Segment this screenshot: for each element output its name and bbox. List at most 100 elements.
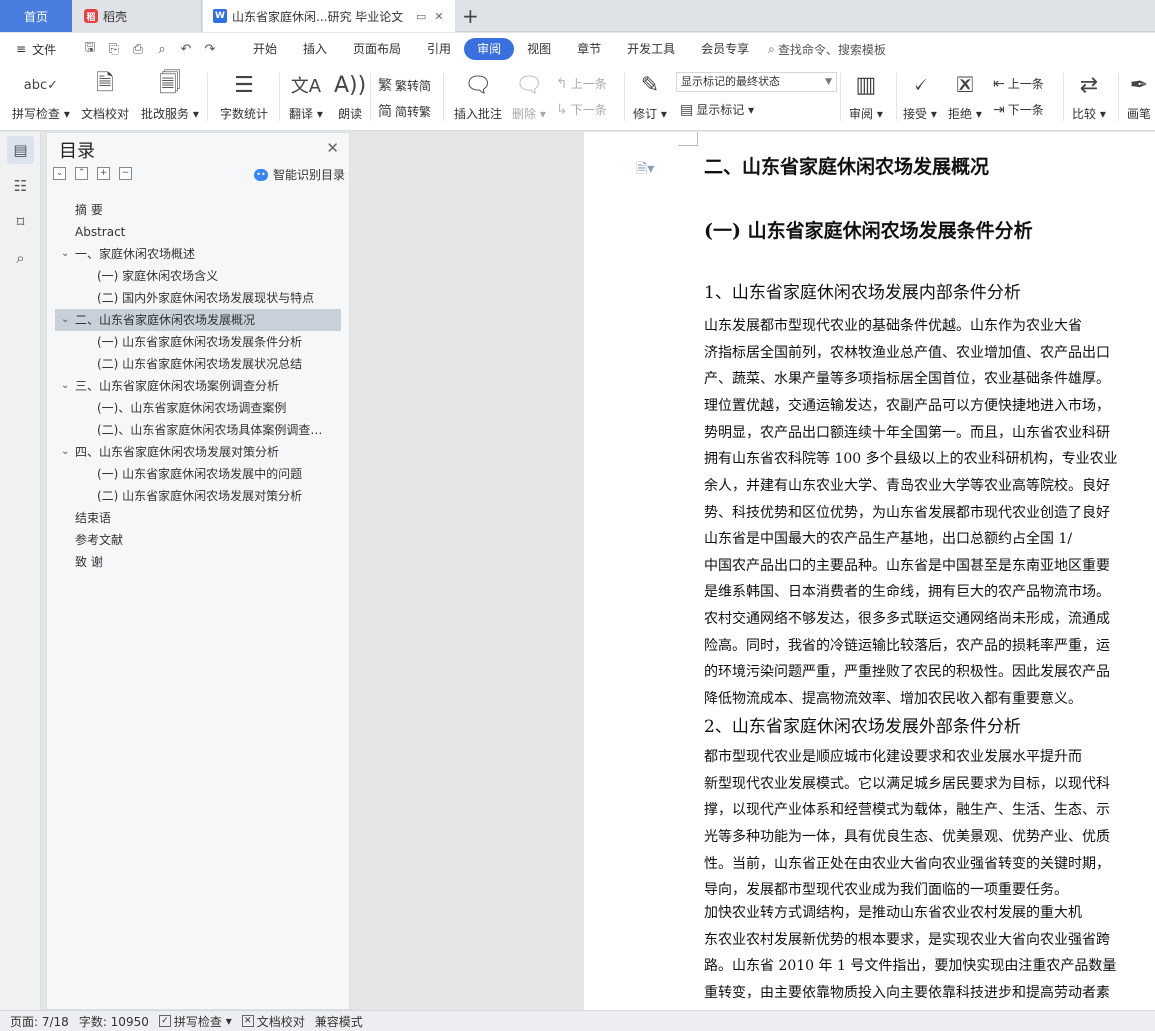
tab-document-label: 山东省家庭休闲...研究 毕业论文 [232,9,404,24]
show-markup-icon: ▤ [680,101,694,118]
chevron-down-icon[interactable]: ⌄ [61,441,69,463]
menu-page-layout[interactable]: 页面布局 [340,38,414,60]
menu-reference[interactable]: 引用 [414,38,464,60]
toc-nav-icon[interactable]: ▤ [7,136,34,164]
undo-icon[interactable]: ↶ [176,42,196,57]
wordcount-button[interactable]: ☰ 字数统计 [220,69,268,122]
simp-to-trad-label: 简转繁 [395,104,432,119]
word-count[interactable]: 字数: 10950 [79,1013,149,1030]
compare-button[interactable]: ⇄ 比较 ▾ [1072,69,1106,122]
command-search-placeholder: 查找命令、搜索模板 [777,42,886,57]
menu-review[interactable]: 审阅 [464,38,515,60]
command-search[interactable]: ⌕ 查找命令、搜索模板 [768,41,889,58]
screen-icon[interactable]: ▭ [416,10,426,23]
collapse-all-icon[interactable]: − [119,167,132,180]
track-changes-label: 修订 [633,107,658,121]
reject-button[interactable]: 🗷 拒绝 ▾ [948,69,982,122]
print-preview-icon[interactable]: ⌕ [152,42,172,57]
review-pane-button[interactable]: ▥ 审阅 ▾ [849,69,883,122]
delete-comment-button[interactable]: 🗨 删除 ▾ [512,69,546,122]
tab-daoke[interactable]: 稻 稻壳 [72,0,202,32]
read-aloud-label: 朗读 [338,107,363,121]
export-icon[interactable]: ⎘ [104,42,124,57]
save-icon[interactable]: 🖫 [80,38,100,60]
menu-section[interactable]: 章节 [564,38,614,60]
accept-button[interactable]: 🗸 接受 ▾ [903,69,937,122]
next-comment-icon: ↳ [556,101,568,118]
track-changes-button[interactable]: ✎ 修订 ▾ [633,69,667,122]
translate-button[interactable]: 文A 翻译 ▾ [289,69,323,122]
expand-down-icon[interactable]: ⌄ [53,167,66,180]
print-icon[interactable]: ⎙ [128,42,148,57]
toc-item[interactable]: ⌄ 二、山东省家庭休闲农场发展概况 [55,309,341,331]
close-tab-icon[interactable]: ✕ [434,10,443,23]
toc-item[interactable]: (一) 家庭休闲农场含义 [55,265,341,287]
toc-item[interactable]: ⌄ 一、家庭休闲农场概述 [55,243,341,265]
bookmark-icon[interactable]: ⌑ [7,208,34,236]
chevron-down-icon[interactable]: ⌄ [61,309,69,331]
toc-item[interactable]: (二) 山东省家庭休闲农场发展状况总结 [55,353,341,375]
toc-item[interactable]: 致 谢 [55,551,341,573]
chapter-nav-icon[interactable]: ☷ [7,172,34,200]
toc-item[interactable]: 结束语 [55,507,341,529]
smart-toc-button[interactable]: •• 智能识别目录 [253,166,345,183]
redo-icon[interactable]: ↷ [200,42,220,57]
toc-item[interactable]: ⌄ 三、山东省家庭休闲农场案例调查分析 [55,375,341,397]
next-comment-button[interactable]: ↳ 下一条 [556,101,607,118]
doccheck-button[interactable]: 🗎 文档校对 [81,69,129,122]
simp-to-trad-button[interactable]: 简 简转繁 [378,101,431,121]
status-spellcheck-label: 拼写检查 [173,1014,222,1029]
collapse-up-icon[interactable]: ⌃ [75,167,88,180]
chevron-down-icon[interactable]: ⌄ [61,375,69,397]
toc-item[interactable]: 参考文献 [55,529,341,551]
status-doccheck[interactable]: ✕ 文档校对 [241,1013,305,1030]
markup-mode-select[interactable]: 显示标记的最终状态 ▼ [676,72,837,92]
insert-comment-button[interactable]: 🗨 插入批注 [454,69,502,122]
tab-home[interactable]: 首页 [0,0,72,32]
toc-item[interactable]: Abstract [55,221,341,243]
status-spellcheck[interactable]: ✓ 拼写检查 ▾ [158,1013,232,1030]
expand-all-icon[interactable]: + [97,167,110,180]
menu-start[interactable]: 开始 [240,38,290,60]
wps-writer-window: 首页 稻 稻壳 W 山东省家庭休闲...研究 毕业论文 ▭ ✕ + ≡ 文件 🖫… [0,0,1155,1031]
tab-document[interactable]: W 山东省家庭休闲...研究 毕业论文 ▭ ✕ [203,0,455,32]
heading-external-conditions: 2、山东省家庭休闲农场发展外部条件分析 [704,717,1021,737]
ribbon-divider [624,73,625,121]
toc-item[interactable]: (二) 国内外家庭休闲农场发展现状与特点 [55,287,341,309]
menu-developer[interactable]: 开发工具 [614,38,688,60]
paragraph-menu-icon[interactable]: 🗎▾ [636,158,654,182]
toc-item[interactable]: (一) 山东省家庭休闲农场发展中的问题 [55,463,341,485]
close-icon[interactable]: ✕ [326,139,339,157]
read-aloud-button[interactable]: A)) 朗读 [334,69,366,122]
new-tab-button[interactable]: + [462,4,479,28]
toc-item[interactable]: ⌄ 四、山东省家庭休闲农场发展对策分析 [55,441,341,463]
prev-comment-label: 上一条 [570,77,607,91]
page-indicator[interactable]: 页面: 7/18 [10,1013,69,1030]
prev-change-button[interactable]: ⇤ 上一条 [993,75,1044,92]
prev-comment-button[interactable]: ↰ 上一条 [556,75,607,92]
toc-item[interactable]: 摘 要 [55,199,341,221]
toc-item[interactable]: (一)、山东省家庭休闲农场调查案例 [55,397,341,419]
menu-view[interactable]: 视图 [514,38,564,60]
show-markup-button[interactable]: ▤ 显示标记 ▾ [680,101,754,118]
toc-item[interactable]: (二) 山东省家庭休闲农场发展对策分析 [55,485,341,507]
file-menu[interactable]: ≡ 文件 [0,41,70,58]
read-aloud-icon: A)) [334,72,367,98]
next-change-button[interactable]: ⇥ 下一条 [993,101,1044,118]
toc-item-label: Abstract [75,225,126,239]
spellcheck-button[interactable]: abc✓ 拼写检查 ▾ [12,69,70,122]
trad-to-simp-button[interactable]: 繁 繁转简 [378,75,431,95]
spellcheck-icon: abc✓ [23,77,59,93]
text-line: 势明显，农产品出口额连续十年全国第一。而且，山东省农业科研 [704,424,1110,441]
toc-item[interactable]: (一) 山东省家庭休闲农场发展条件分析 [55,331,341,353]
menu-insert[interactable]: 插入 [290,38,340,60]
tab-daoke-label: 稻壳 [103,9,128,24]
menu-member[interactable]: 会员专享 [688,38,762,60]
pen-button[interactable]: ✒ 画笔 [1127,69,1151,122]
find-icon[interactable]: ⌕ [7,244,34,272]
revise-service-button[interactable]: 🗐 批改服务 ▾ [141,69,199,122]
text-line: 是维系韩国、日本消费者的生命线，拥有巨大的农产品物流市场。 [704,584,1110,601]
toc-item[interactable]: (二)、山东省家庭休闲农场具体案例调查… [55,419,341,441]
chevron-down-icon[interactable]: ⌄ [61,243,69,265]
document-page[interactable]: 🗎▾ 二、山东省家庭休闲农场发展概况 (一) 山东省家庭休闲农场发展条件分析 1… [584,132,1155,1010]
